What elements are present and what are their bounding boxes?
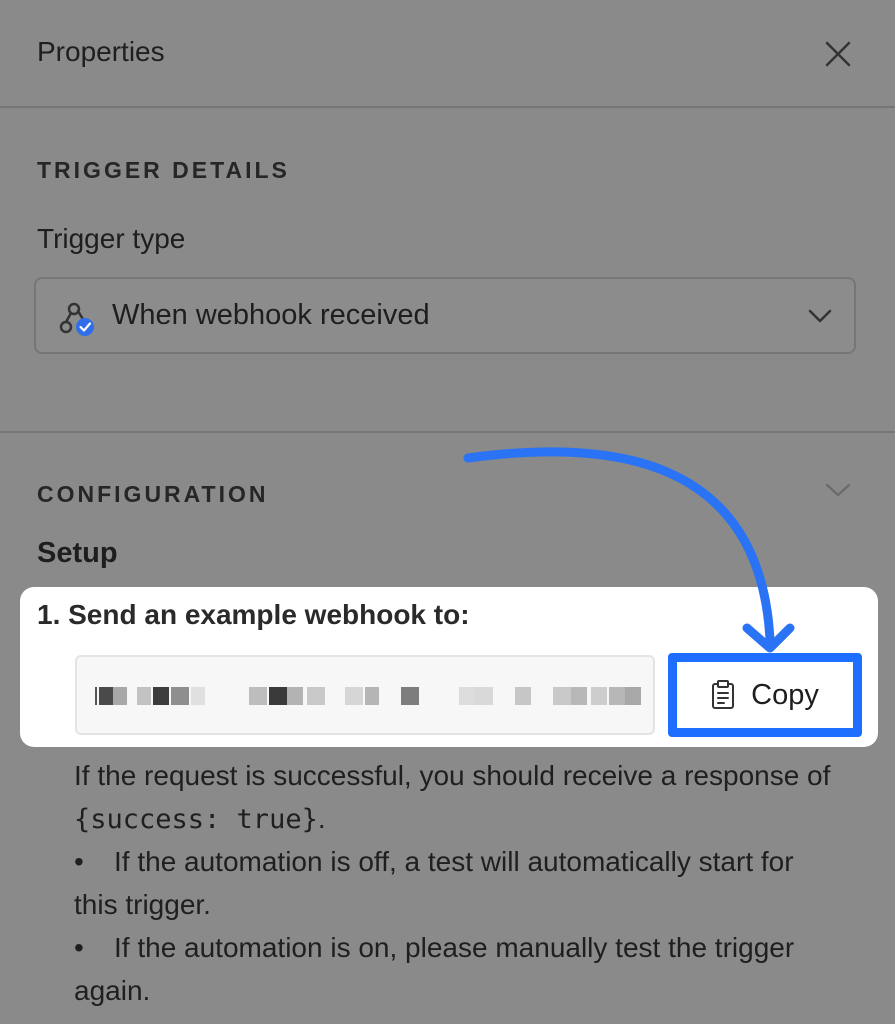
step1-label: 1. Send an example webhook to: (37, 599, 470, 630)
close-icon (825, 41, 851, 67)
bullet-automation-on: • If the automation is on, please manuall… (74, 926, 844, 1012)
chevron-down-icon (806, 305, 834, 327)
bullet-text: If the automation is off, a test will au… (74, 846, 794, 920)
redacted-url (95, 687, 643, 705)
success-description: If the request is successful, you should… (74, 754, 844, 841)
clipboard-icon (712, 680, 735, 709)
configuration-collapse-toggle[interactable] (823, 479, 853, 501)
close-button[interactable] (821, 37, 855, 71)
setup-label: Setup (37, 537, 118, 569)
description-intro: If the request is successful, you should… (74, 760, 831, 791)
webhook-icon (54, 299, 98, 339)
trigger-type-select[interactable]: When webhook received (34, 277, 856, 354)
success-code: {success: true} (74, 804, 318, 835)
webhook-url-highlight: 1. Send an example webhook to: Copy (20, 587, 878, 747)
bullet-text: If the automation is on, please manually… (74, 932, 795, 1006)
copy-button[interactable]: Copy (668, 653, 862, 737)
bullet-automation-off: • If the automation is off, a test will a… (74, 840, 844, 926)
description-end: . (317, 803, 326, 834)
section-divider (0, 431, 895, 433)
bullet-marker: • (74, 846, 84, 877)
trigger-type-label: Trigger type (37, 223, 186, 254)
chevron-down-icon (825, 483, 851, 497)
copy-button-label: Copy (751, 678, 819, 711)
webhook-url-field[interactable] (75, 655, 655, 735)
trigger-details-heading: TRIGGER DETAILS (37, 157, 290, 183)
header-divider (0, 106, 895, 108)
selected-trigger-value: When webhook received (112, 299, 430, 331)
panel-title: Properties (37, 36, 165, 67)
configuration-heading: CONFIGURATION (37, 481, 269, 507)
bullet-marker: • (74, 932, 84, 963)
